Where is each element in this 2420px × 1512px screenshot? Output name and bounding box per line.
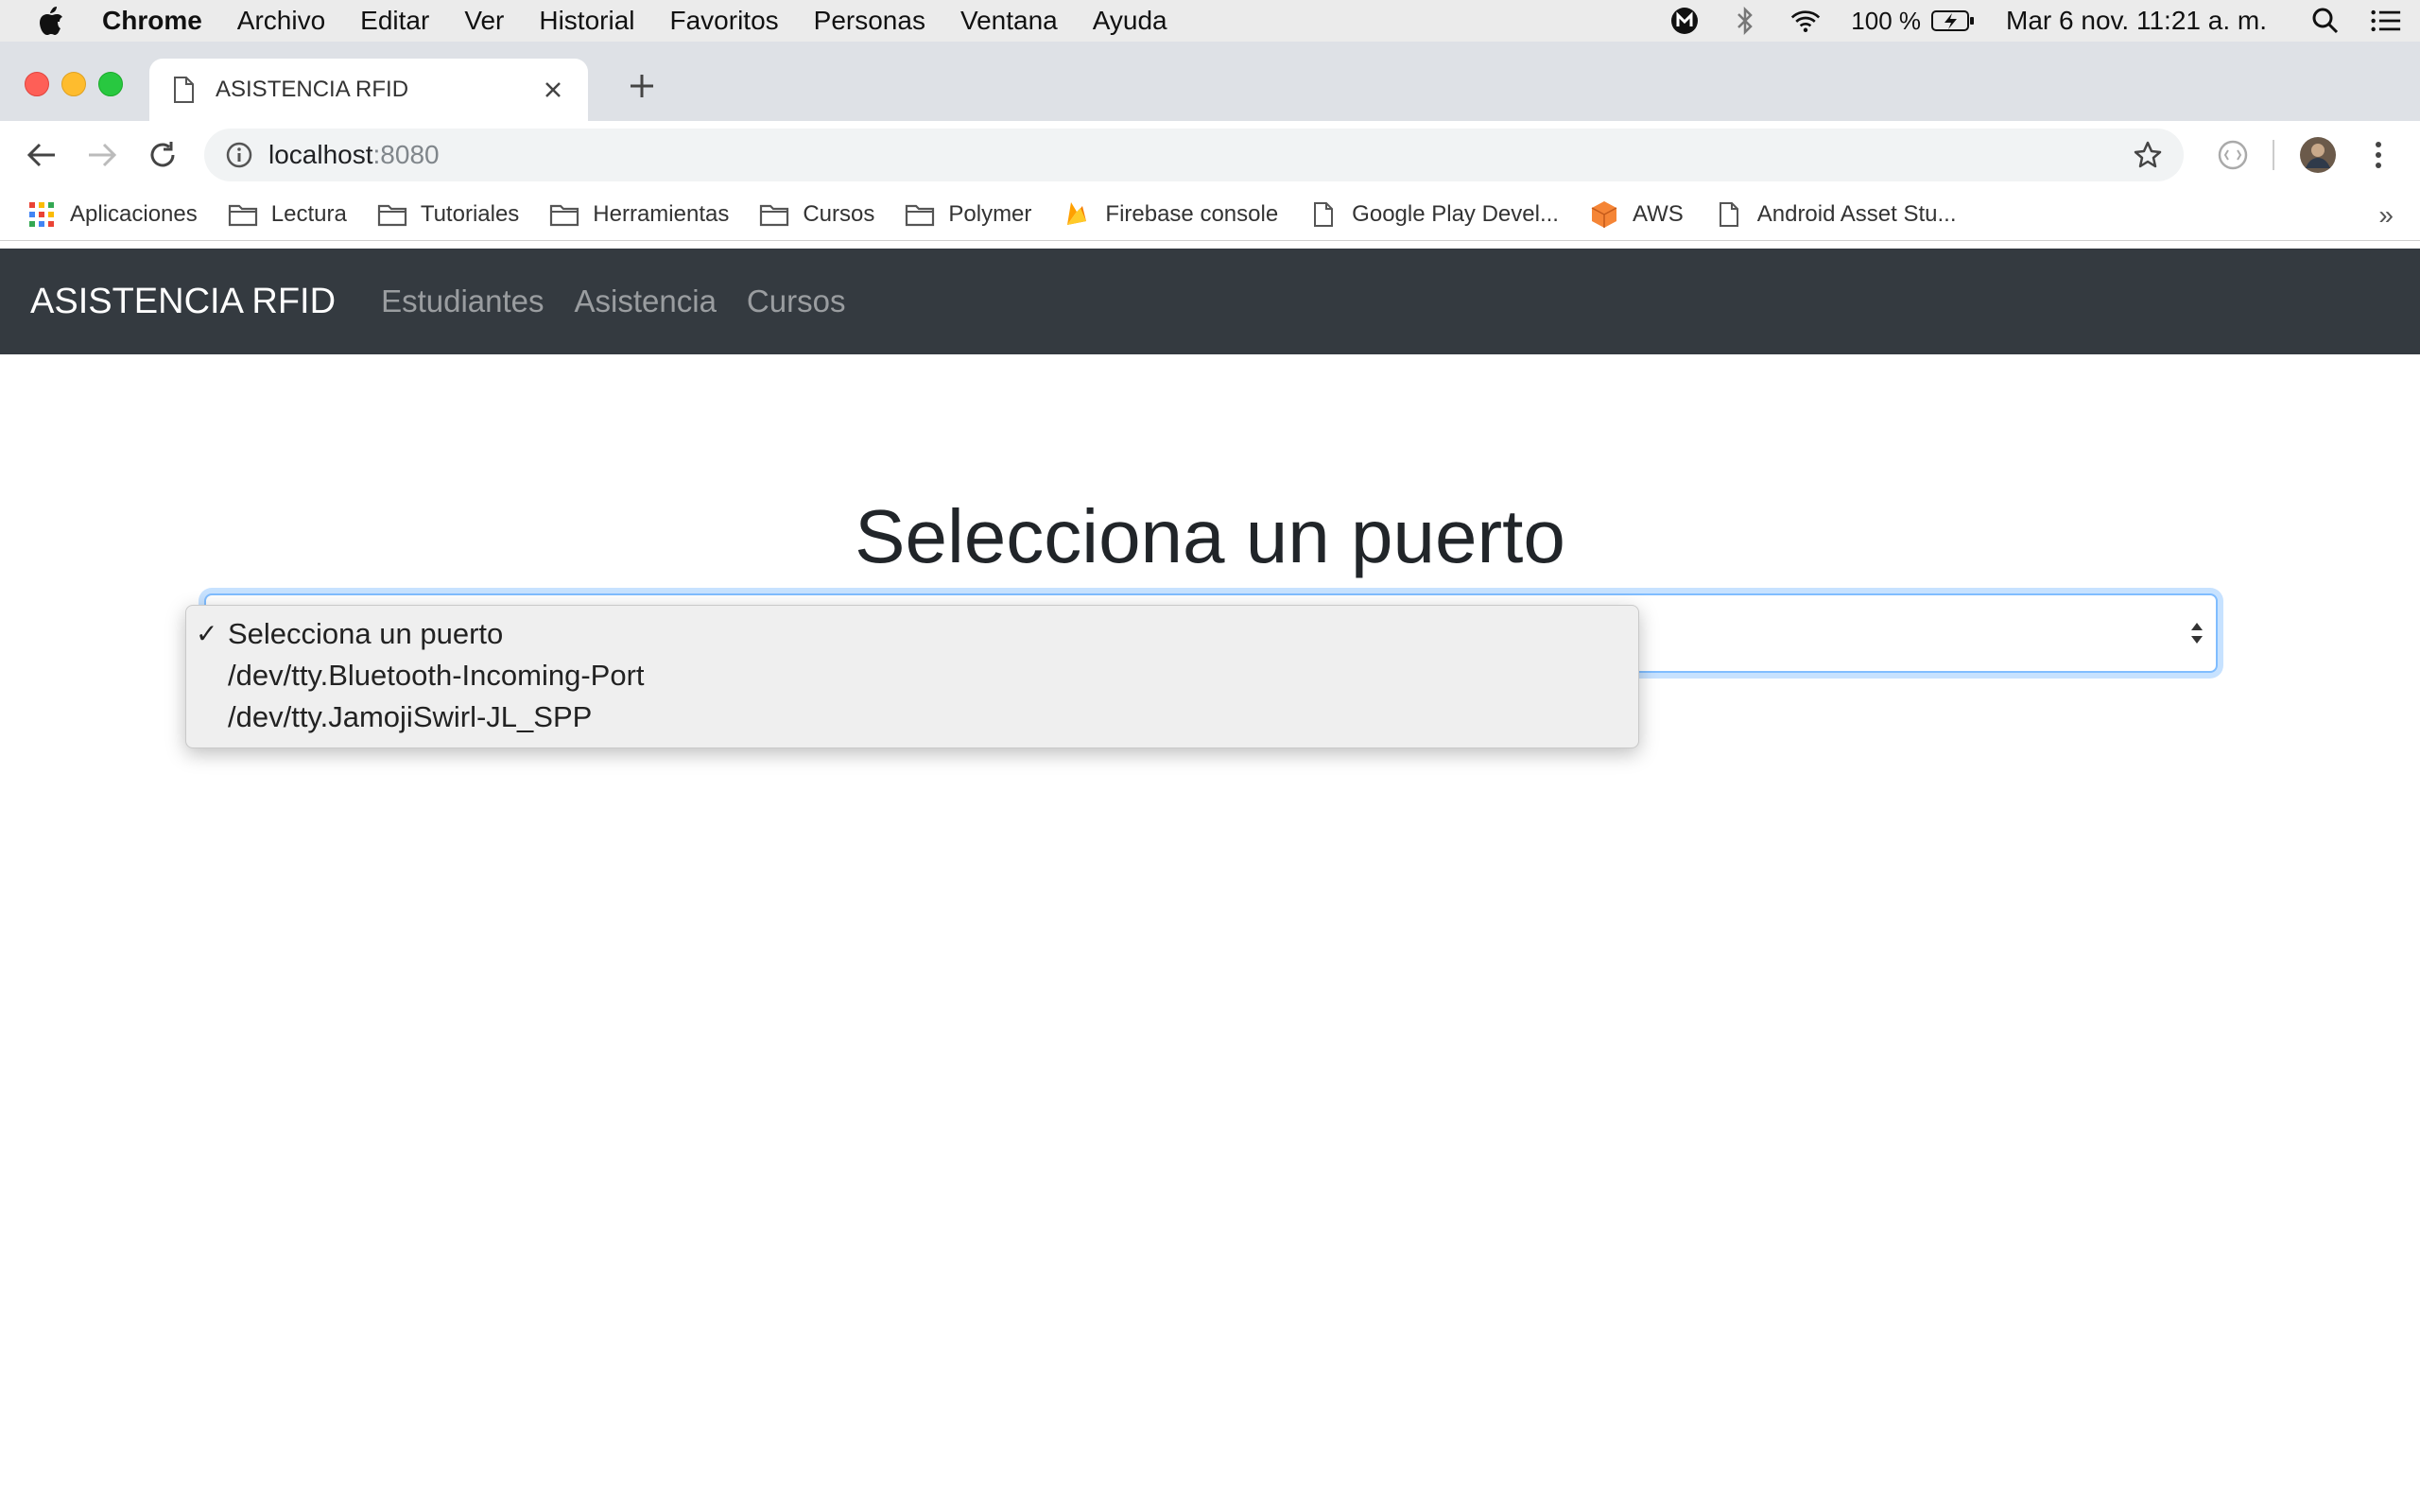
- toolbar-divider: [2273, 140, 2274, 170]
- nav-link-asistencia[interactable]: Asistencia: [575, 284, 717, 319]
- bookmark-label: Lectura: [270, 201, 347, 227]
- battery-charging-icon[interactable]: [1930, 6, 1976, 36]
- new-tab-icon[interactable]: [628, 72, 656, 100]
- nav-link-estudiantes[interactable]: Estudiantes: [381, 284, 544, 319]
- bookmark-aws[interactable]: AWS: [1589, 201, 1684, 228]
- browser-tab-active[interactable]: ASISTENCIA RFID: [149, 59, 588, 121]
- bookmark-label: Tutoriales: [420, 201, 520, 227]
- bookmark-label: Herramientas: [593, 201, 730, 227]
- bookmark-star-icon[interactable]: [2133, 140, 2163, 170]
- bookmark-folder-cursos[interactable]: Cursos: [759, 201, 874, 228]
- apple-icon[interactable]: [38, 6, 64, 36]
- menu-archivo[interactable]: Archivo: [237, 6, 325, 36]
- url-host: localhost: [268, 140, 373, 169]
- menu-ayuda[interactable]: Ayuda: [1093, 6, 1167, 36]
- notification-center-icon[interactable]: [2371, 6, 2401, 36]
- page-icon: [1714, 201, 1744, 228]
- page-icon: [174, 77, 194, 103]
- url-port: :8080: [372, 140, 440, 169]
- port-select-dropdown: ✓ Selecciona un puerto /dev/tty.Bluetoot…: [185, 605, 1639, 748]
- bookmark-label: Firebase console: [1105, 201, 1279, 227]
- folder-icon: [549, 201, 579, 228]
- select-option-jamojiswirl-port[interactable]: /dev/tty.JamojiSwirl-JL_SPP: [228, 696, 592, 738]
- menu-ventana[interactable]: Ventana: [960, 6, 1058, 36]
- bookmark-aplicaciones[interactable]: Aplicaciones: [26, 201, 198, 228]
- bookmark-firebase-console[interactable]: Firebase console: [1062, 201, 1278, 228]
- address-bar[interactable]: localhost:8080: [204, 129, 2184, 181]
- battery-percentage: 100 %: [1851, 6, 1922, 35]
- nav-link-cursos[interactable]: Cursos: [747, 284, 846, 319]
- bookmark-label: Android Asset Stu...: [1756, 201, 1957, 227]
- profile-avatar[interactable]: [2297, 134, 2339, 176]
- page-icon: [1308, 201, 1339, 228]
- tab-close-icon[interactable]: [539, 76, 567, 104]
- back-arrow-icon[interactable]: [25, 138, 59, 172]
- page-title: Selecciona un puerto: [855, 494, 1565, 578]
- bookmark-label: Cursos: [803, 201, 875, 227]
- firebase-icon: [1062, 201, 1092, 228]
- bookmark-folder-polymer[interactable]: Polymer: [905, 201, 1031, 228]
- browser-tab-strip: ASISTENCIA RFID: [0, 42, 2420, 121]
- macos-menu-bar: Chrome Archivo Editar Ver Historial Favo…: [0, 0, 2420, 42]
- window-maximize-button[interactable]: [98, 72, 123, 96]
- bluetooth-icon[interactable]: [1730, 6, 1760, 36]
- bookmark-label: AWS: [1632, 201, 1684, 227]
- window-close-button[interactable]: [25, 72, 49, 96]
- malwarebytes-icon[interactable]: [1669, 6, 1700, 36]
- folder-icon: [759, 201, 789, 228]
- bookmarks-overflow-button[interactable]: »: [2378, 200, 2394, 231]
- clock[interactable]: Mar 6 nov. 11:21 a. m.: [2006, 6, 2267, 36]
- chrome-menu-icon[interactable]: [2361, 134, 2395, 176]
- menu-favoritos[interactable]: Favoritos: [670, 6, 779, 36]
- address-url[interactable]: localhost:8080: [268, 140, 440, 170]
- wifi-icon[interactable]: [1790, 6, 1821, 36]
- bookmark-folder-herramientas[interactable]: Herramientas: [549, 201, 729, 228]
- menu-ver[interactable]: Ver: [464, 6, 504, 36]
- bookmarks-bar: Aplicaciones Lectura Tutoriales Herramie…: [0, 189, 2420, 241]
- bookmark-label: Aplicaciones: [70, 201, 198, 227]
- spotlight-search-icon[interactable]: [2310, 6, 2341, 36]
- menu-editar[interactable]: Editar: [360, 6, 429, 36]
- folder-icon: [377, 201, 407, 228]
- tab-title: ASISTENCIA RFID: [216, 77, 409, 102]
- window-minimize-button[interactable]: [61, 72, 86, 96]
- select-option-placeholder[interactable]: Selecciona un puerto: [228, 613, 503, 655]
- app-navbar: ASISTENCIA RFID Estudiantes Asistencia C…: [0, 249, 2420, 354]
- browser-toolbar: localhost:8080: [0, 121, 2420, 189]
- menu-app-name[interactable]: Chrome: [102, 6, 202, 36]
- menu-historial[interactable]: Historial: [539, 6, 634, 36]
- folder-icon: [905, 201, 935, 228]
- reload-icon[interactable]: [146, 138, 180, 172]
- aws-cube-icon: [1589, 201, 1619, 228]
- bookmark-label: Google Play Devel...: [1352, 201, 1559, 227]
- folder-icon: [228, 201, 258, 228]
- apps-grid-icon: [26, 201, 57, 228]
- select-arrows-icon: [2191, 623, 2203, 644]
- bookmark-android-asset-studio[interactable]: Android Asset Stu...: [1714, 201, 1957, 228]
- checkmark-icon: ✓: [196, 619, 218, 648]
- bookmark-label: Polymer: [948, 201, 1032, 227]
- forward-arrow-icon[interactable]: [85, 138, 119, 172]
- menu-personas[interactable]: Personas: [814, 6, 925, 36]
- bookmark-folder-tutoriales[interactable]: Tutoriales: [377, 201, 519, 228]
- site-info-icon[interactable]: [225, 141, 253, 169]
- bookmark-google-play-developer[interactable]: Google Play Devel...: [1308, 201, 1559, 228]
- navbar-brand[interactable]: ASISTENCIA RFID: [30, 282, 336, 322]
- extension-icon[interactable]: [2212, 134, 2254, 176]
- select-option-bluetooth-port[interactable]: /dev/tty.Bluetooth-Incoming-Port: [228, 655, 645, 696]
- bookmark-folder-lectura[interactable]: Lectura: [228, 201, 347, 228]
